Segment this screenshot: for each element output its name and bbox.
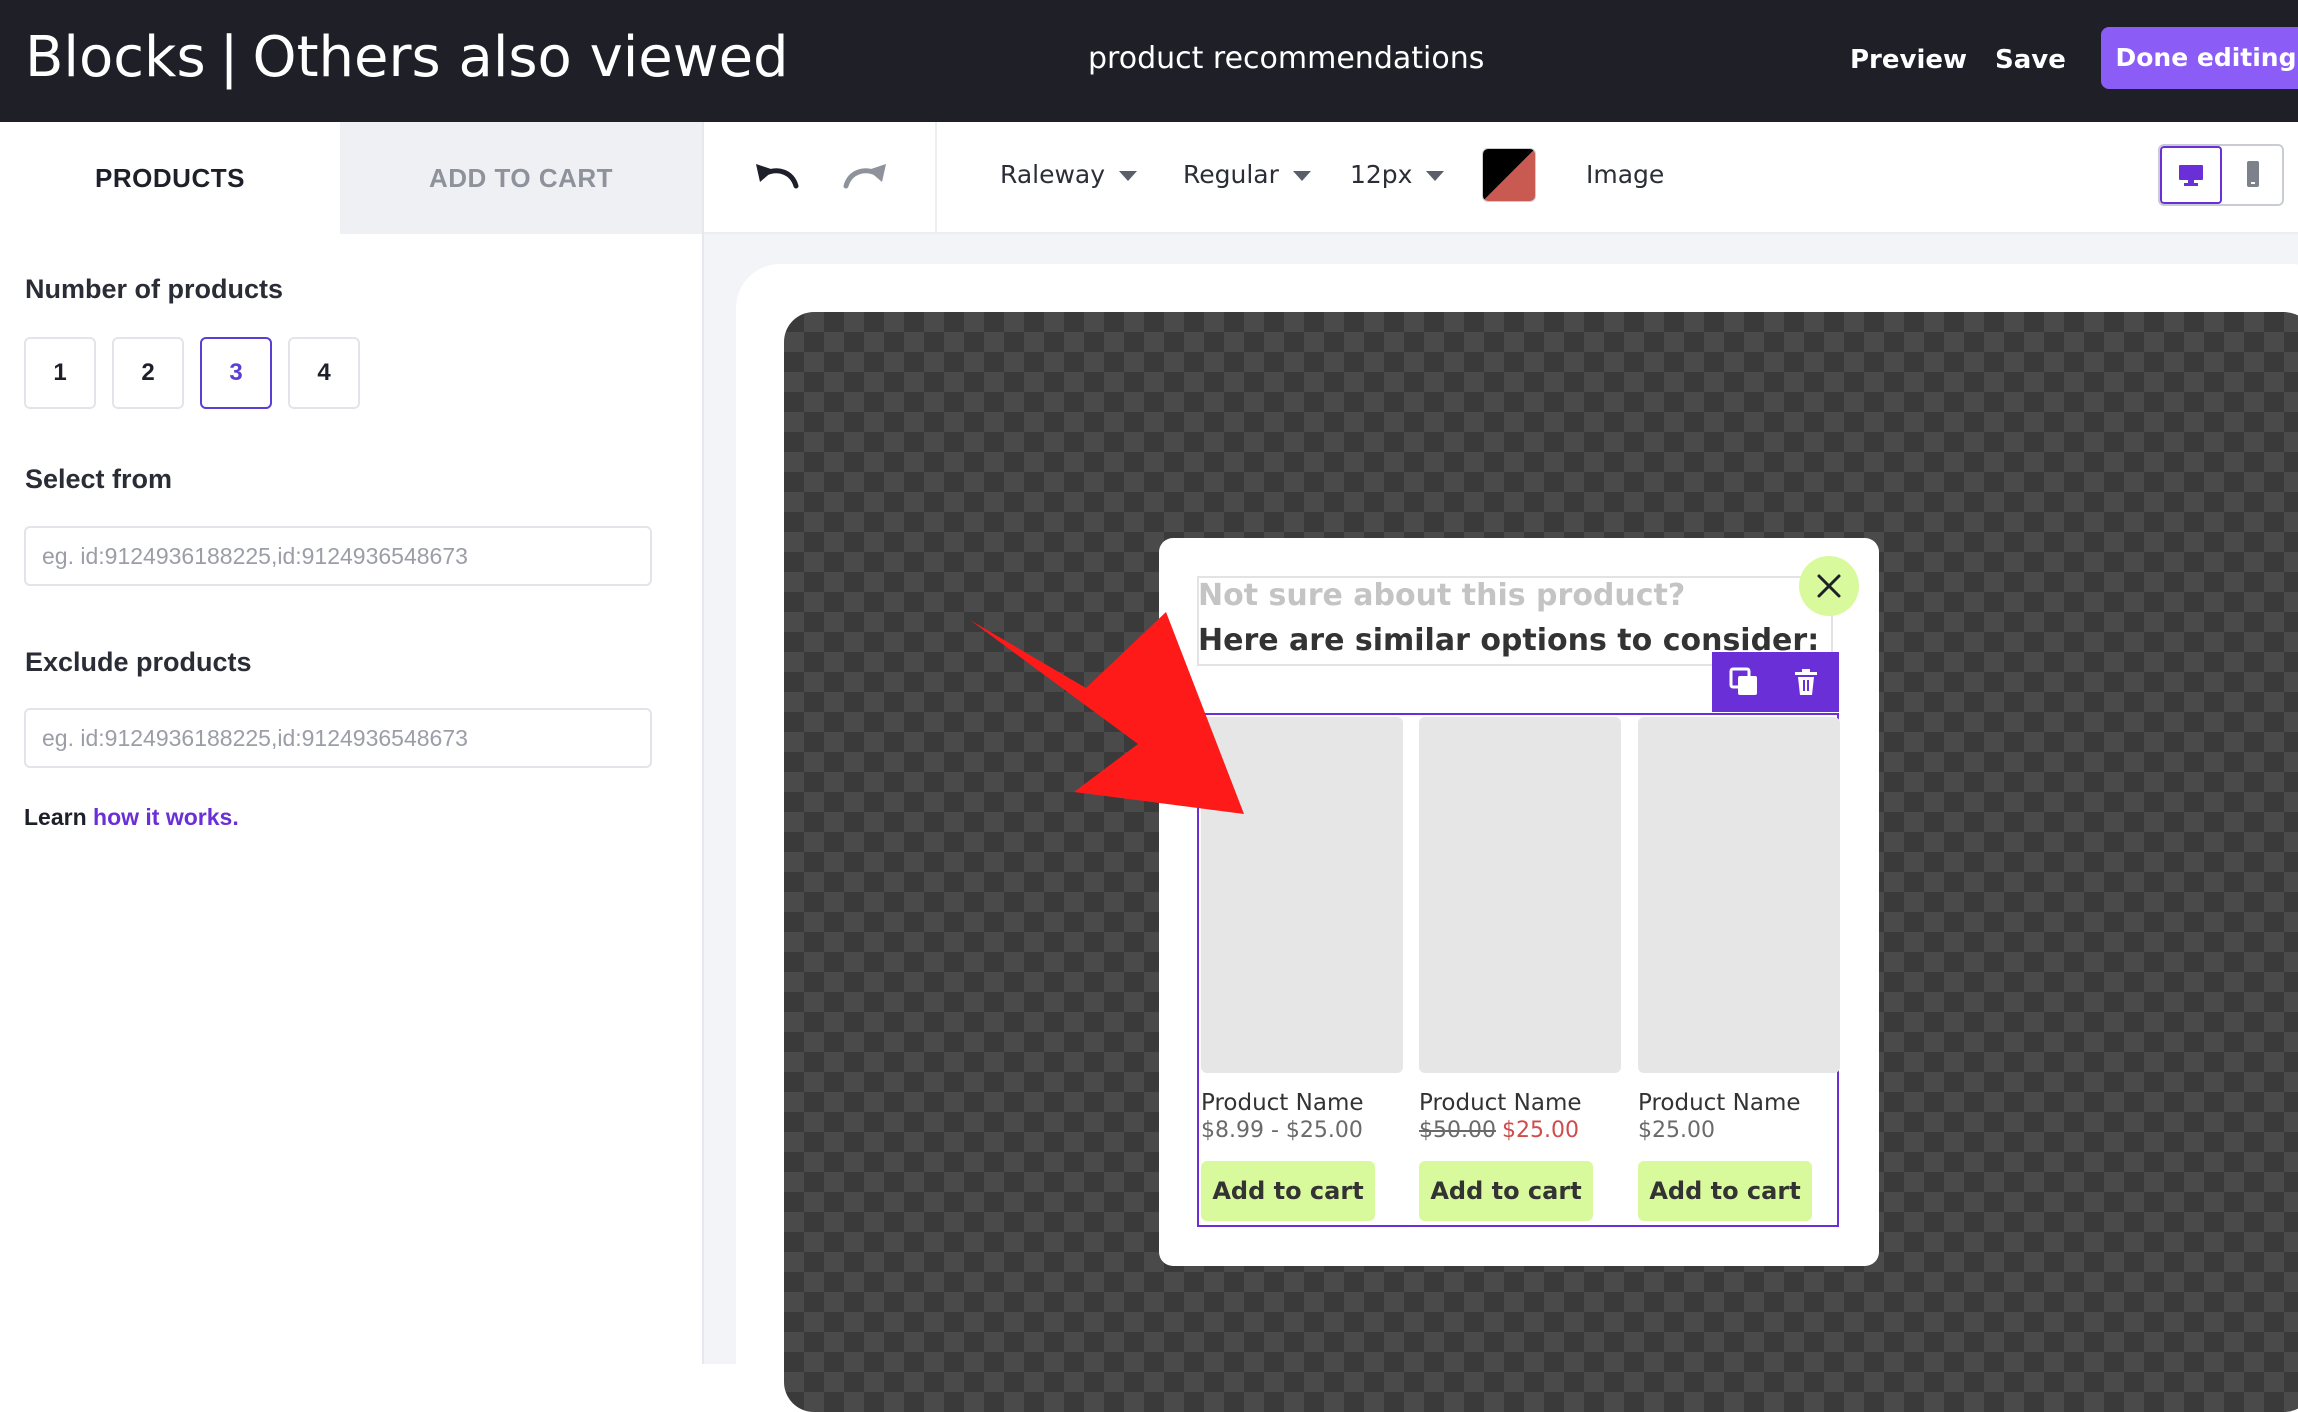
color-swatch[interactable] xyxy=(1482,148,1536,202)
select-from-label: Select from xyxy=(25,464,173,494)
sale-price: $25.00 xyxy=(1501,1118,1579,1143)
product-count-option-4[interactable]: 4 xyxy=(288,337,360,409)
product-image-placeholder[interactable] xyxy=(1638,717,1840,1073)
font-size-dropdown[interactable]: 12px xyxy=(1350,160,1445,189)
chevron-down-icon xyxy=(1119,171,1138,181)
product-card[interactable]: Product Name $25.00 Add to cart xyxy=(1638,717,1842,1221)
exclude-products-label: Exclude products xyxy=(25,647,252,677)
product-name: Product Name xyxy=(1638,1090,1801,1116)
editor-toolbar: Raleway Regular 12px Image xyxy=(704,122,2298,234)
number-of-products-label: Number of products xyxy=(25,274,284,304)
app-title-brand: Blocks xyxy=(25,25,206,90)
settings-panel: PRODUCTS ADD TO CART Number of products … xyxy=(0,122,704,1364)
add-to-cart-button[interactable]: Add to cart xyxy=(1419,1161,1593,1221)
chevron-down-icon xyxy=(1292,171,1311,181)
select-from-input[interactable] xyxy=(24,526,652,586)
original-price: $50.00 xyxy=(1419,1118,1496,1143)
add-to-cart-button[interactable]: Add to cart xyxy=(1638,1161,1812,1221)
product-price: $25.00 xyxy=(1638,1117,1842,1145)
close-icon[interactable] xyxy=(1799,556,1859,616)
product-price: $8.99 - $25.00 xyxy=(1201,1117,1405,1145)
font-weight-dropdown[interactable]: Regular xyxy=(1183,160,1311,189)
block-type-subtitle: product recommendations xyxy=(1088,41,1485,76)
app-title-separator: | xyxy=(219,25,239,90)
done-editing-button[interactable]: Done editing xyxy=(2101,27,2298,89)
mobile-icon[interactable] xyxy=(2222,146,2282,204)
product-price: $50.00 $25.00 xyxy=(1419,1117,1623,1145)
product-grid[interactable]: Product Name $8.99 - $25.00 Add to cart … xyxy=(1197,713,1842,1227)
device-view-toggle xyxy=(2158,144,2284,206)
block-action-bar xyxy=(1712,652,1839,712)
top-bar: Blocks | Others also viewed product recomm… xyxy=(0,0,2298,122)
exclude-products-input[interactable] xyxy=(24,708,652,768)
learn-more-text: Learn how it works. xyxy=(24,804,239,831)
chevron-down-icon xyxy=(1426,171,1445,181)
tab-products[interactable]: PRODUCTS xyxy=(0,122,340,234)
product-count-option-2[interactable]: 2 xyxy=(112,337,184,409)
red-arrow-annotation-icon xyxy=(970,612,1244,814)
duplicate-icon[interactable] xyxy=(1728,666,1760,698)
how-it-works-link[interactable]: how it works. xyxy=(93,804,239,830)
product-name: Product Name xyxy=(1419,1090,1582,1116)
trash-icon[interactable] xyxy=(1790,666,1822,698)
product-count-option-1[interactable]: 1 xyxy=(24,337,96,409)
app-title: Blocks | Others also viewed xyxy=(25,22,789,94)
font-size-value: 12px xyxy=(1350,160,1413,189)
tab-add-to-cart[interactable]: ADD TO CART xyxy=(340,122,702,234)
font-family-dropdown[interactable]: Raleway xyxy=(1000,160,1138,189)
product-count-option-3[interactable]: 3 xyxy=(200,337,272,409)
popup-heading-line-1: Not sure about this product? xyxy=(1198,578,1686,613)
preview-button[interactable]: Preview xyxy=(1850,40,1967,80)
learn-prefix: Learn xyxy=(24,804,87,830)
add-to-cart-button[interactable]: Add to cart xyxy=(1201,1161,1375,1221)
font-weight-value: Regular xyxy=(1183,160,1279,189)
product-card[interactable]: Product Name $50.00 $25.00 Add to cart xyxy=(1419,717,1623,1221)
product-price-value: $25.00 xyxy=(1638,1118,1715,1143)
settings-tabs: PRODUCTS ADD TO CART xyxy=(0,122,702,234)
undo-icon[interactable] xyxy=(752,156,802,196)
product-image-placeholder[interactable] xyxy=(1419,717,1621,1073)
image-button[interactable]: Image xyxy=(1586,160,1664,189)
redo-icon[interactable] xyxy=(840,156,890,196)
toolbar-divider xyxy=(935,122,937,232)
app-title-block-name: Others also viewed xyxy=(252,25,789,90)
save-button[interactable]: Save xyxy=(1995,40,2066,80)
product-price-range: $8.99 - $25.00 xyxy=(1201,1118,1363,1143)
font-family-value: Raleway xyxy=(1000,160,1106,189)
recommendations-popup: Not sure about this product? Here are si… xyxy=(1159,538,1879,1266)
desktop-icon[interactable] xyxy=(2160,146,2222,204)
product-name: Product Name xyxy=(1201,1090,1364,1116)
